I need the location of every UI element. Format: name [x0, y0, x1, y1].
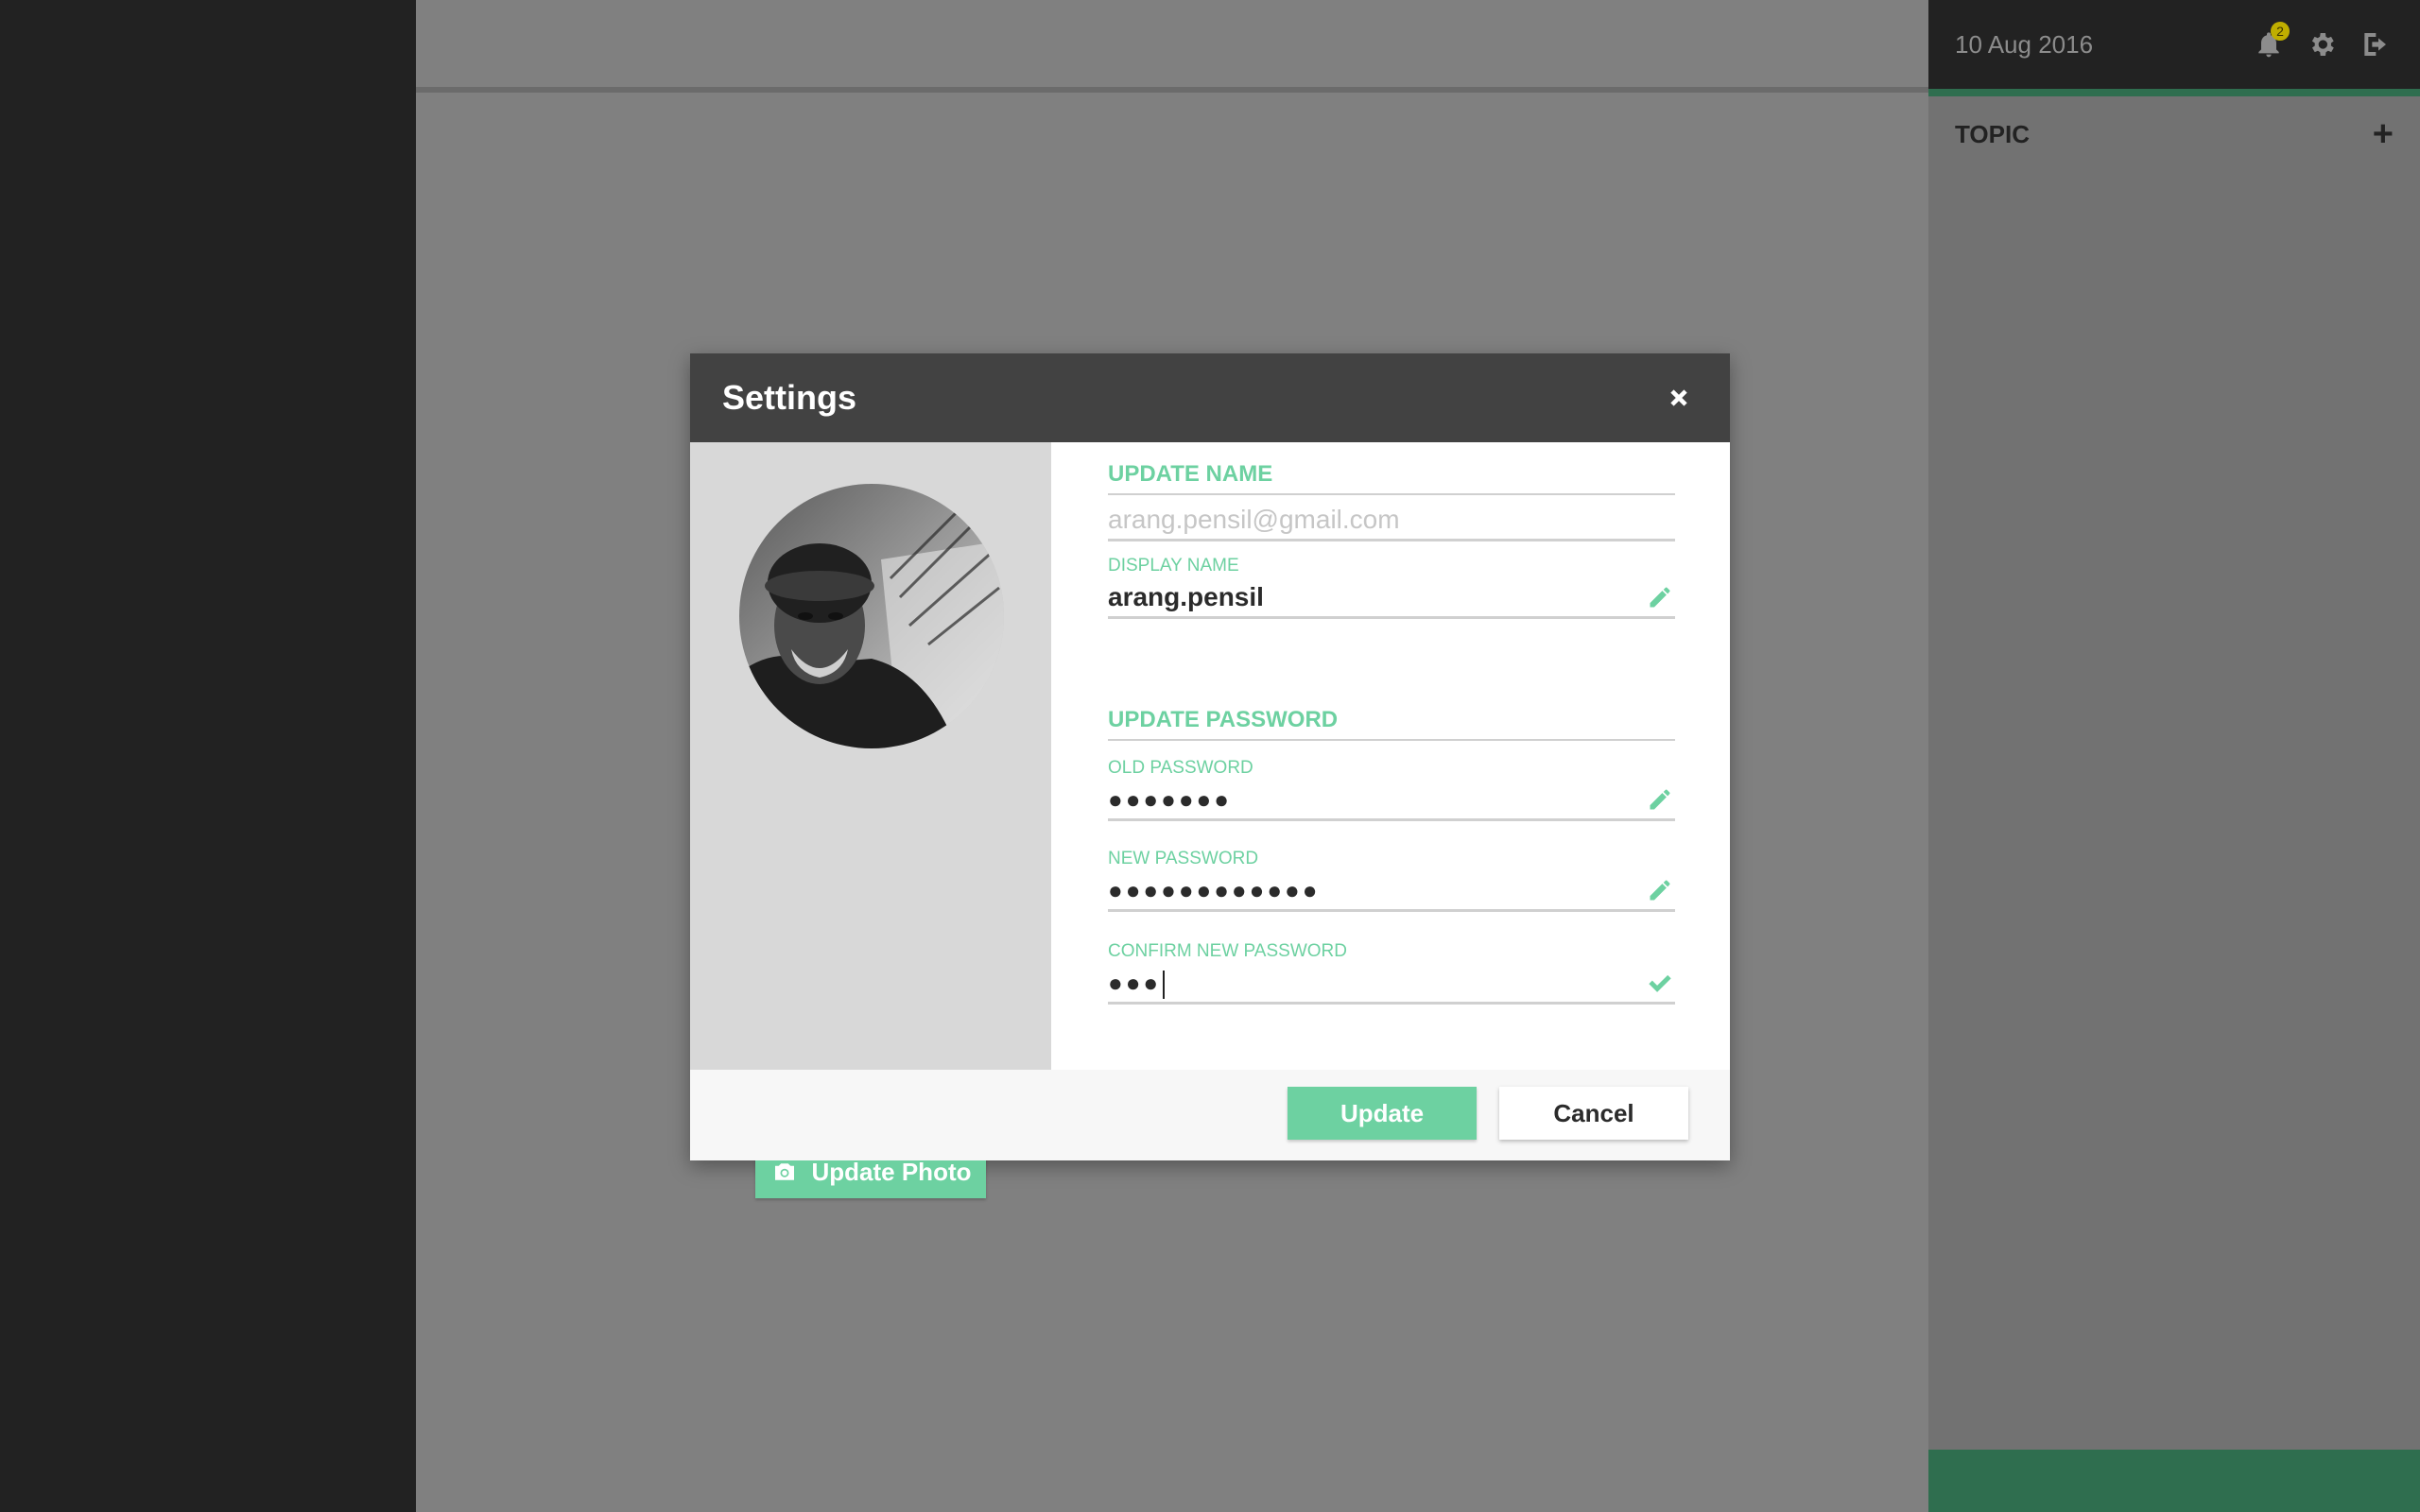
left-sidebar	[0, 0, 416, 1512]
plus-icon[interactable]: +	[2373, 116, 2394, 152]
old-password-value: ●●●●●●●	[1108, 785, 1232, 814]
topic-title: TOPIC	[1955, 119, 2030, 148]
panel-accent-line	[1928, 89, 2420, 96]
email-field[interactable]: arang.pensil@gmail.com	[1108, 501, 1675, 541]
email-placeholder: arang.pensil@gmail.com	[1108, 505, 1400, 534]
confirm-password-value: ●●●	[1108, 969, 1162, 997]
old-password-field[interactable]: OLD PASSWORD ●●●●●●●	[1108, 758, 1675, 821]
settings-form: UPDATE NAME arang.pensil@gmail.com DISPL…	[1051, 442, 1730, 1070]
text-caret	[1163, 971, 1166, 1000]
update-photo-label: Update Photo	[811, 1157, 972, 1186]
confirm-password-row: ●●●	[1108, 964, 1675, 1002]
display-name-label: DISPLAY NAME	[1108, 556, 1239, 576]
right-panel-footer	[1928, 1450, 2420, 1512]
current-date: 10 Aug 2016	[1955, 29, 2094, 59]
update-name-heading: UPDATE NAME	[1108, 461, 1675, 495]
gear-icon[interactable]	[2303, 26, 2341, 63]
close-icon[interactable]	[1660, 379, 1698, 417]
top-bar	[416, 0, 1928, 93]
modal-header: Settings	[690, 353, 1730, 442]
new-password-label: NEW PASSWORD	[1108, 849, 1259, 868]
logout-icon[interactable]	[2356, 26, 2394, 63]
confirm-password-label: CONFIRM NEW PASSWORD	[1108, 941, 1347, 961]
topic-header: TOPIC +	[1928, 106, 2420, 163]
update-button[interactable]: Update	[1288, 1087, 1477, 1140]
pencil-icon[interactable]	[1647, 584, 1673, 610]
display-name-field[interactable]: DISPLAY NAME arang.pensil	[1108, 556, 1675, 619]
confirm-password-field[interactable]: CONFIRM NEW PASSWORD ●●●	[1108, 941, 1675, 1005]
notification-badge: 2	[2271, 22, 2290, 41]
new-password-field[interactable]: NEW PASSWORD ●●●●●●●●●●●●	[1108, 849, 1675, 912]
update-password-heading: UPDATE PASSWORD	[1108, 707, 1675, 741]
new-password-value: ●●●●●●●●●●●●	[1108, 876, 1321, 904]
modal-title: Settings	[722, 378, 857, 417]
modal-footer: Update Cancel	[690, 1070, 1730, 1160]
pencil-icon[interactable]	[1647, 877, 1673, 903]
bell-icon[interactable]: 2	[2250, 22, 2290, 63]
settings-modal: Settings Update Photo UPDATE NAME arang.…	[690, 353, 1730, 1198]
camera-icon	[774, 1163, 794, 1180]
photo-panel: Update Photo	[690, 442, 1051, 1198]
right-panel: 10 Aug 2016 2 TOPIC +	[1928, 0, 2420, 1512]
old-password-label: OLD PASSWORD	[1108, 758, 1253, 778]
right-panel-header: 10 Aug 2016 2	[1928, 0, 2420, 89]
checkmark-icon	[1647, 970, 1673, 996]
avatar	[739, 484, 1004, 748]
pencil-icon[interactable]	[1647, 786, 1673, 813]
display-name-value: arang.pensil	[1108, 582, 1264, 611]
cancel-button[interactable]: Cancel	[1499, 1087, 1688, 1140]
